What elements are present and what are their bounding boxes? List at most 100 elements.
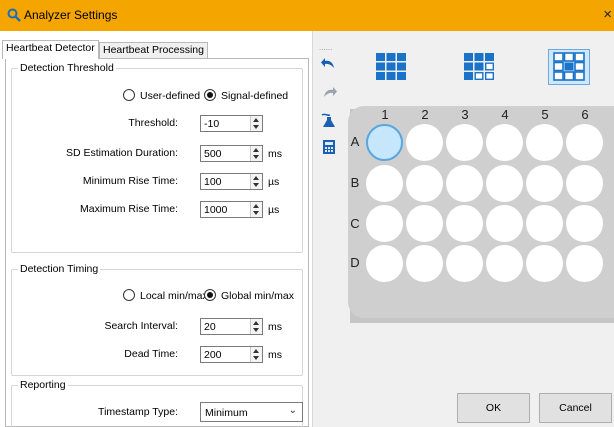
well-d5[interactable] (526, 245, 563, 282)
tab-heartbeat-detector[interactable]: Heartbeat Detector (2, 40, 99, 59)
toolbar-grip[interactable]: ...... (319, 43, 332, 52)
tab-content: Detection Threshold User-defined Signal-… (5, 58, 309, 427)
cancel-button[interactable]: Cancel (539, 393, 612, 423)
dead-time-label: Dead Time: (124, 348, 178, 360)
threshold-input[interactable]: -10 (200, 115, 263, 132)
well-d1[interactable] (366, 245, 403, 282)
well-b3[interactable] (446, 165, 483, 202)
spin-arrows-icon[interactable] (250, 202, 262, 217)
spin-arrows-icon[interactable] (250, 319, 262, 334)
detection-threshold-group: Detection Threshold User-defined Signal-… (11, 62, 303, 253)
reporting-group: Reporting Timestamp Type: Minimum ⌄ (11, 379, 303, 427)
maximum-rise-time-input[interactable]: 1000 (200, 201, 263, 218)
spin-arrows-icon[interactable] (250, 174, 262, 189)
well-b5[interactable] (526, 165, 563, 202)
layout-option-solid-grid[interactable] (370, 49, 412, 85)
well-a5[interactable] (526, 124, 563, 161)
timestamp-type-select[interactable]: Minimum ⌄ (200, 402, 303, 422)
layout-option-partial-grid[interactable] (458, 49, 500, 85)
field-value: -10 (204, 118, 220, 130)
threshold-label: Threshold: (128, 117, 178, 129)
well-d6[interactable] (566, 245, 603, 282)
grid-layout-icon (553, 52, 585, 81)
well-plate: 1 2 3 4 5 6 A B C D (348, 106, 614, 318)
well-a2[interactable] (406, 124, 443, 161)
well-c4[interactable] (486, 205, 523, 242)
calculator-icon[interactable] (321, 139, 337, 155)
flask-icon[interactable] (321, 113, 337, 129)
well-a3[interactable] (446, 124, 483, 161)
group-title: Detection Threshold (18, 62, 116, 74)
well-d2[interactable] (406, 245, 443, 282)
column-label-5: 5 (541, 107, 549, 122)
unit-label: ms (268, 321, 282, 333)
plate-area: 1 2 3 4 5 6 A B C D OK Cancel (345, 31, 614, 427)
spin-arrows-icon[interactable] (250, 347, 262, 362)
redo-icon[interactable] (321, 84, 337, 100)
minimum-rise-time-input[interactable]: 100 (200, 173, 263, 190)
well-d4[interactable] (486, 245, 523, 282)
spin-arrows-icon[interactable] (250, 146, 262, 161)
global-minmax-radio[interactable] (204, 289, 216, 301)
well-b4[interactable] (486, 165, 523, 202)
field-value: 1000 (204, 204, 228, 216)
group-title: Reporting (18, 379, 68, 391)
close-icon[interactable]: × (603, 6, 612, 23)
field-value: 200 (204, 349, 222, 361)
spin-arrows-icon[interactable] (250, 116, 262, 131)
well-a4[interactable] (486, 124, 523, 161)
group-title: Detection Timing (18, 263, 101, 275)
row-label-d: D (350, 255, 360, 270)
radio-label: Signal-defined (221, 90, 289, 102)
well-a1[interactable] (366, 124, 403, 161)
timestamp-type-label: Timestamp Type: (98, 406, 178, 418)
settings-panel: Heartbeat Detector Heartbeat Processing … (0, 31, 313, 427)
chevron-down-icon: ⌄ (288, 405, 297, 416)
unit-label: µs (268, 204, 280, 216)
well-b2[interactable] (406, 165, 443, 202)
column-label-3: 3 (461, 107, 469, 122)
detection-timing-group: Detection Timing Local min/max Global mi… (11, 263, 303, 376)
row-label-c: C (350, 216, 360, 231)
well-c1[interactable] (366, 205, 403, 242)
column-label-1: 1 (381, 107, 389, 122)
well-c6[interactable] (566, 205, 603, 242)
radio-label: Local min/max (140, 290, 208, 302)
tab-heartbeat-processing[interactable]: Heartbeat Processing (99, 42, 208, 58)
row-label-a: A (350, 134, 360, 149)
column-label-4: 4 (501, 107, 509, 122)
unit-label: ms (268, 148, 282, 160)
user-defined-radio[interactable] (123, 89, 135, 101)
grid-layout-icon (376, 53, 406, 80)
well-b1[interactable] (366, 165, 403, 202)
well-c5[interactable] (526, 205, 563, 242)
signal-defined-radio[interactable] (204, 89, 216, 101)
well-c2[interactable] (406, 205, 443, 242)
well-d3[interactable] (446, 245, 483, 282)
magnifier-icon (7, 8, 21, 22)
well-a6[interactable] (566, 124, 603, 161)
sd-estimation-duration-input[interactable]: 500 (200, 145, 263, 162)
minimum-rise-time-label: Minimum Rise Time: (82, 175, 178, 187)
well-b6[interactable] (566, 165, 603, 202)
maximum-rise-time-label: Maximum Rise Time: (79, 203, 178, 215)
local-minmax-radio[interactable] (123, 289, 135, 301)
select-value: Minimum (205, 407, 248, 419)
field-value: 500 (204, 148, 222, 160)
grid-layout-icon (464, 53, 495, 81)
radio-label: Global min/max (221, 290, 294, 302)
field-value: 20 (204, 321, 216, 333)
sd-estimation-duration-label: SD Estimation Duration: (65, 147, 178, 159)
ok-button[interactable]: OK (457, 393, 530, 423)
unit-label: µs (268, 176, 280, 188)
well-c3[interactable] (446, 205, 483, 242)
radio-label: User-defined (140, 90, 201, 102)
search-interval-input[interactable]: 20 (200, 318, 263, 335)
undo-icon[interactable] (321, 55, 337, 71)
unit-label: ms (268, 349, 282, 361)
title-bar: Analyzer Settings × (0, 0, 614, 31)
row-label-b: B (350, 175, 360, 190)
column-label-2: 2 (421, 107, 429, 122)
dead-time-input[interactable]: 200 (200, 346, 263, 363)
layout-option-outline-grid[interactable] (548, 49, 590, 85)
